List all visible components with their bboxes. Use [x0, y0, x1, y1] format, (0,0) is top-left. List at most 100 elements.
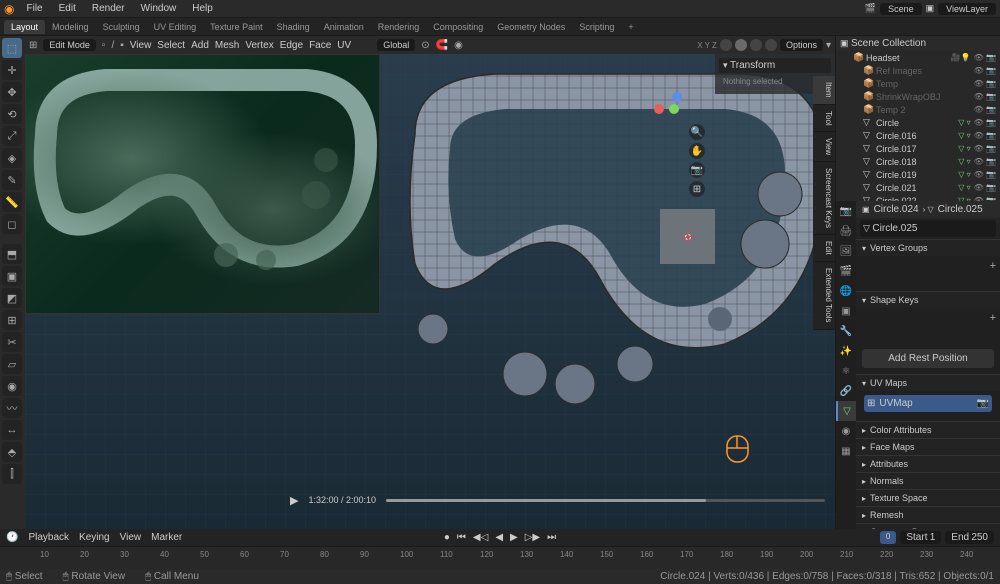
tool-scale[interactable]: ⤢: [2, 126, 22, 146]
face-select-mode[interactable]: ▪: [120, 40, 124, 51]
ptab-material[interactable]: ◉: [836, 421, 856, 441]
mesh-name-field[interactable]: ▽ Circle.025: [860, 220, 996, 237]
outliner-item[interactable]: ▽Circle▽ ▿👁 📷: [836, 116, 1000, 129]
ptab-physics[interactable]: ⚛: [836, 361, 856, 381]
menu-file[interactable]: File: [18, 3, 50, 14]
tab-scripting[interactable]: Scripting: [572, 22, 621, 32]
tool-bevel[interactable]: ◩: [2, 288, 22, 308]
viewlayer-selector[interactable]: ViewLayer: [938, 3, 996, 15]
orientation-selector[interactable]: Global: [377, 39, 415, 51]
menu-add[interactable]: Add: [191, 40, 209, 51]
vtab-item[interactable]: Item: [813, 76, 835, 105]
tab-layout[interactable]: Layout: [4, 20, 45, 34]
ptab-render[interactable]: 📷: [836, 201, 856, 221]
nav-perspective[interactable]: ⊞: [689, 181, 705, 197]
tab-sculpting[interactable]: Sculpting: [96, 22, 147, 32]
gizmo-x-axis[interactable]: [654, 104, 664, 114]
outliner-item[interactable]: 📦Temp 2👁 📷: [836, 103, 1000, 116]
ptab-viewlayer[interactable]: 🖼: [836, 241, 856, 261]
panel-vertex-groups[interactable]: Vertex Groups: [856, 240, 1000, 256]
tool-poly-build[interactable]: ▱: [2, 354, 22, 374]
ptab-world[interactable]: 🌐: [836, 281, 856, 301]
tab-rendering[interactable]: Rendering: [371, 22, 427, 32]
panel-attributes[interactable]: Attributes: [856, 456, 1000, 472]
panel-geometry-data[interactable]: Geometry Data: [856, 524, 1000, 529]
next-keyframe-button[interactable]: ▷▶: [523, 532, 542, 543]
start-frame-field[interactable]: Start 1: [900, 531, 941, 544]
proportional-icon[interactable]: ◉: [454, 40, 463, 51]
panel-shape-keys[interactable]: Shape Keys: [856, 292, 1000, 308]
outliner-item[interactable]: ▽Circle.019▽ ▿👁 📷: [836, 168, 1000, 181]
tool-cursor[interactable]: ✛: [2, 60, 22, 80]
tab-texture-paint[interactable]: Texture Paint: [203, 22, 270, 32]
play-reverse-button[interactable]: ◀: [493, 532, 505, 543]
tool-slide[interactable]: ↔: [2, 420, 22, 440]
tool-spin[interactable]: ◉: [2, 376, 22, 396]
pivot-icon[interactable]: ⊙: [421, 40, 429, 51]
gizmo-z-axis[interactable]: [672, 92, 682, 102]
vtab-tool[interactable]: Tool: [813, 105, 835, 133]
vtab-extended[interactable]: Extended Tools: [813, 262, 835, 330]
play-button[interactable]: ▶: [508, 532, 520, 543]
outliner-scene-collection[interactable]: ▣ Scene Collection: [836, 36, 1000, 51]
tool-rotate[interactable]: ⟲: [2, 104, 22, 124]
vtab-screencast[interactable]: Screencast Keys: [813, 162, 835, 235]
tab-shading[interactable]: Shading: [270, 22, 317, 32]
current-frame-field[interactable]: 0: [880, 531, 896, 544]
outliner-item[interactable]: 📦Ref Images👁 📷: [836, 64, 1000, 77]
timeline-playback-menu[interactable]: Playback: [28, 532, 69, 543]
nav-pan[interactable]: ✋: [689, 143, 705, 159]
tool-extrude[interactable]: ⬒: [2, 244, 22, 264]
menu-help[interactable]: Help: [184, 3, 221, 14]
vtab-edit[interactable]: Edit: [813, 235, 835, 262]
outliner-item[interactable]: ▽Circle.018▽ ▿👁 📷: [836, 155, 1000, 168]
gizmo-y-axis[interactable]: [669, 104, 679, 114]
shading-solid[interactable]: [735, 39, 747, 51]
menu-window[interactable]: Window: [133, 3, 185, 14]
n-panel-transform-header[interactable]: ▾ Transform: [719, 58, 831, 73]
tab-geometry-nodes[interactable]: Geometry Nodes: [490, 22, 572, 32]
nav-zoom[interactable]: 🔍: [689, 124, 705, 140]
vertex-select-mode[interactable]: ▫: [102, 40, 106, 51]
jump-end-button[interactable]: ⏭: [545, 532, 558, 543]
panel-remesh[interactable]: Remesh: [856, 507, 1000, 523]
axis-gizmo[interactable]: [653, 104, 695, 117]
ptab-texture[interactable]: ▦: [836, 441, 856, 461]
tool-transform[interactable]: ◈: [2, 148, 22, 168]
ptab-data[interactable]: ▽: [836, 401, 856, 421]
tool-smooth[interactable]: 〰: [2, 398, 22, 418]
outliner[interactable]: ▣ Scene Collection 📦Headset🎥💡👁 📷📦Ref Ima…: [836, 36, 1000, 201]
outliner-item[interactable]: ▽Circle.016▽ ▿👁 📷: [836, 129, 1000, 142]
prev-keyframe-button[interactable]: ◀◁: [471, 532, 490, 543]
menu-view[interactable]: View: [130, 40, 152, 51]
outliner-item[interactable]: ▽Circle.022▽ ▿👁 📷: [836, 194, 1000, 201]
vtab-view[interactable]: View: [813, 132, 835, 162]
timeline-editor-icon[interactable]: 🕐: [6, 532, 18, 543]
add-shape-key-button[interactable]: +: [990, 312, 996, 324]
tool-shrink[interactable]: ⬘: [2, 442, 22, 462]
ptab-scene[interactable]: 🎬: [836, 261, 856, 281]
jump-start-button[interactable]: ⏮: [455, 532, 468, 543]
panel-color-attributes[interactable]: Color Attributes: [856, 422, 1000, 438]
timeline-ruler[interactable]: 1020304050607080901001101201301401501601…: [0, 547, 1000, 569]
autokey-icon[interactable]: ●: [442, 532, 452, 543]
ptab-output[interactable]: 🖨: [836, 221, 856, 241]
chevron-down-icon[interactable]: ▾: [826, 40, 831, 51]
video-progress-track[interactable]: [386, 499, 825, 502]
timeline-view-menu[interactable]: View: [120, 532, 142, 543]
ptab-modifiers[interactable]: 🔧: [836, 321, 856, 341]
shading-wireframe[interactable]: [720, 39, 732, 51]
tool-annotate[interactable]: ✎: [2, 170, 22, 190]
menu-face[interactable]: Face: [309, 40, 331, 51]
shading-matprev[interactable]: [750, 39, 762, 51]
tool-select-box[interactable]: ⬚: [2, 38, 22, 58]
3d-viewport[interactable]: ▾ Transform Nothing selected 🔍 ✋ 📷 ⊞: [25, 54, 835, 529]
tool-add-cube[interactable]: ◻: [2, 214, 22, 234]
scene-selector[interactable]: Scene: [880, 3, 922, 15]
tool-measure[interactable]: 📏: [2, 192, 22, 212]
ptab-object[interactable]: ▣: [836, 301, 856, 321]
outliner-item[interactable]: ▽Circle.021▽ ▿👁 📷: [836, 181, 1000, 194]
nav-camera[interactable]: 📷: [689, 162, 705, 178]
outliner-item[interactable]: 📦Temp👁 📷: [836, 77, 1000, 90]
menu-vertex[interactable]: Vertex: [245, 40, 273, 51]
